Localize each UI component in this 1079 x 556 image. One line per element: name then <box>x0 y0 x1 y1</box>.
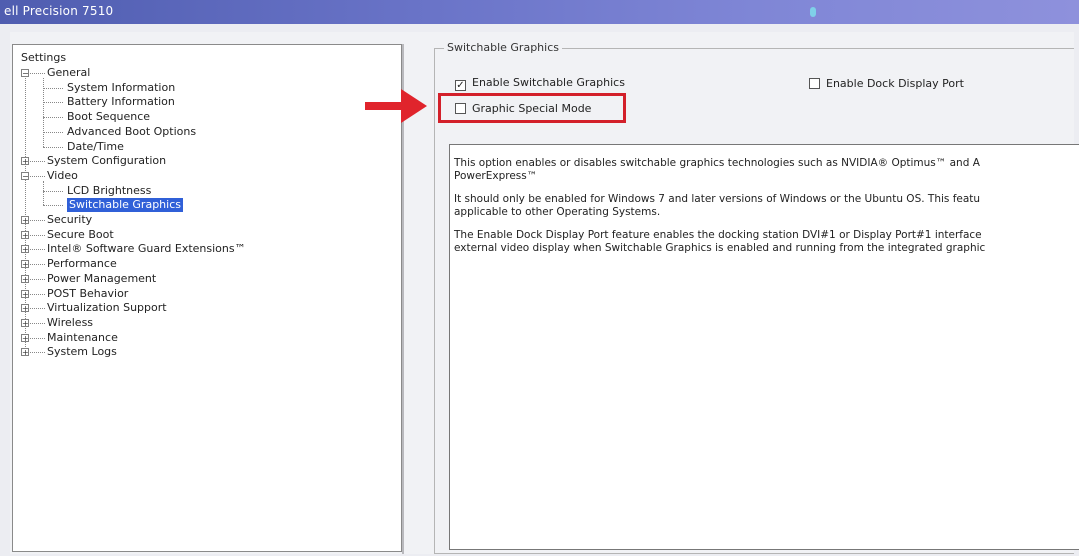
tree-item-battery-information[interactable]: Battery Information <box>67 95 175 109</box>
tree-connector-line <box>43 205 63 207</box>
enable-switchable-graphics-option[interactable]: ✓ Enable Switchable Graphics <box>455 76 625 91</box>
tree-root-settings[interactable]: Settings <box>21 51 66 65</box>
expand-icon[interactable]: + <box>21 216 29 225</box>
tree-item-lcd-brightness[interactable]: LCD Brightness <box>67 184 151 198</box>
description-line: PowerExpress™ <box>454 170 538 182</box>
description-line: external video display when Switchable G… <box>454 242 986 254</box>
expand-icon[interactable]: + <box>21 230 29 239</box>
graphic-special-mode-option[interactable]: Graphic Special Mode <box>455 102 591 115</box>
expand-icon[interactable]: + <box>21 245 29 254</box>
enable-dock-display-port-option[interactable]: Enable Dock Display Port <box>809 77 964 90</box>
tree-connector-line <box>30 337 45 339</box>
tree-connector-line <box>43 117 63 119</box>
expand-icon[interactable]: + <box>21 348 29 357</box>
tree-connector-line <box>30 278 45 280</box>
tree-connector-line <box>30 249 45 251</box>
tree-item-date-time[interactable]: Date/Time <box>67 140 124 154</box>
tree-item-system-information[interactable]: System Information <box>67 81 175 95</box>
expand-icon[interactable]: + <box>21 157 29 166</box>
tree-connector-line <box>30 352 45 354</box>
tree-item-maintenance[interactable]: Maintenance <box>47 331 118 345</box>
enable-switchable-graphics-checkbox[interactable]: ✓ <box>455 80 466 91</box>
tree-item-general[interactable]: General <box>47 66 90 80</box>
tree-connector-line <box>30 264 45 266</box>
tree-connector-line <box>43 87 63 89</box>
tree-connector-line <box>30 161 45 163</box>
description-line: It should only be enabled for Windows 7 … <box>454 193 981 205</box>
tree-item-system-logs[interactable]: System Logs <box>47 345 117 359</box>
description-paragraph-3: The Enable Dock Display Port feature ena… <box>454 229 1075 255</box>
tree-connector-line <box>43 180 44 206</box>
tree-item-video[interactable]: Video <box>47 169 78 183</box>
enable-switchable-graphics-label: Enable Switchable Graphics <box>472 76 625 89</box>
tree-item-power-management[interactable]: Power Management <box>47 272 156 286</box>
description-paragraph-2: It should only be enabled for Windows 7 … <box>454 193 1075 219</box>
window-title-bar: ell Precision 7510 <box>0 0 1079 24</box>
tree-item-intel-software-guard-extensions[interactable]: Intel® Software Guard Extensions™ <box>47 242 246 256</box>
tree-item-security[interactable]: Security <box>47 213 92 227</box>
enable-dock-display-port-checkbox[interactable] <box>809 78 820 89</box>
collapse-icon[interactable]: − <box>21 171 29 180</box>
tree-connector-line <box>30 73 45 74</box>
tree-connector-line <box>30 293 45 295</box>
tree-connector-line <box>43 190 63 192</box>
window-title: ell Precision 7510 <box>4 4 114 18</box>
tree-connector-line <box>43 131 63 133</box>
tree-item-performance[interactable]: Performance <box>47 257 117 271</box>
description-line: This option enables or disables switchab… <box>454 157 980 169</box>
description-line: applicable to other Operating Systems. <box>454 206 661 218</box>
graphic-special-mode-checkbox[interactable] <box>455 103 466 114</box>
red-arrow-icon <box>365 89 427 123</box>
tree-connector-line <box>30 322 45 324</box>
tree-connector-line <box>30 220 45 221</box>
tree-connector-line <box>43 102 63 104</box>
status-dot-icon <box>810 7 816 17</box>
tree-connector-line <box>30 308 45 310</box>
enable-dock-display-port-label: Enable Dock Display Port <box>826 77 964 90</box>
tree-item-boot-sequence[interactable]: Boot Sequence <box>67 110 150 124</box>
description-panel: This option enables or disables switchab… <box>449 144 1079 550</box>
tree-item-system-configuration[interactable]: System Configuration <box>47 154 166 168</box>
tree-connector-line <box>43 78 44 147</box>
tree-item-post-behavior[interactable]: POST Behavior <box>47 287 128 301</box>
tree-item-secure-boot[interactable]: Secure Boot <box>47 228 114 242</box>
expand-icon[interactable]: + <box>21 274 29 283</box>
tree-connector-line <box>43 146 63 148</box>
tree-item-wireless[interactable]: Wireless <box>47 316 93 330</box>
expand-icon[interactable]: + <box>21 304 29 313</box>
expand-icon[interactable]: + <box>21 260 29 269</box>
tree-item-virtualization-support[interactable]: Virtualization Support <box>47 301 167 315</box>
tree-connector-line <box>30 175 45 177</box>
tree-item-switchable-graphics[interactable]: Switchable Graphics <box>67 198 183 213</box>
settings-tree[interactable]: Settings − General System Information Batte… <box>12 44 402 552</box>
expand-icon[interactable]: + <box>21 289 29 298</box>
graphic-special-mode-label: Graphic Special Mode <box>472 102 592 115</box>
tree-item-advanced-boot-options[interactable]: Advanced Boot Options <box>67 125 196 139</box>
expand-icon[interactable]: + <box>21 318 29 327</box>
description-paragraph-1: This option enables or disables switchab… <box>454 157 1075 183</box>
tree-connector-line <box>30 234 45 236</box>
group-legend: Switchable Graphics <box>444 41 562 54</box>
description-line: The Enable Dock Display Port feature ena… <box>454 229 982 241</box>
collapse-icon[interactable]: − <box>21 69 29 78</box>
expand-icon[interactable]: + <box>21 333 29 342</box>
